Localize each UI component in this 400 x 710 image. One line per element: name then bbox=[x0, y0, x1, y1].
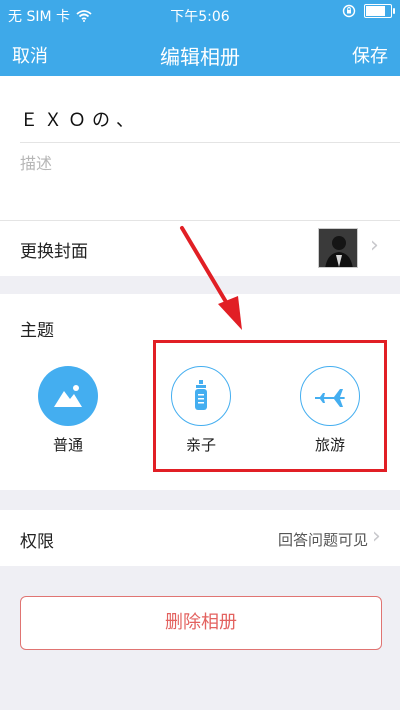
theme-option-normal[interactable]: 普通 bbox=[28, 366, 108, 455]
delete-album-button[interactable]: 删除相册 bbox=[20, 596, 382, 650]
status-right bbox=[342, 4, 395, 18]
save-button[interactable]: 保存 bbox=[352, 42, 388, 68]
status-bar: 无 SIM 卡 下午5:06 bbox=[0, 0, 400, 30]
permission-value: 回答问题可见 bbox=[277, 531, 368, 549]
change-cover-row[interactable]: 更换封面 › bbox=[0, 220, 400, 276]
theme-label: 主题 bbox=[20, 321, 54, 341]
divider bbox=[0, 220, 400, 221]
page-title: 编辑相册 bbox=[160, 45, 240, 69]
status-time: 下午5:06 bbox=[170, 9, 230, 25]
permission-row[interactable]: 权限 回答问题可见 › bbox=[0, 510, 400, 566]
cover-thumbnail bbox=[318, 228, 358, 268]
annotation-highlight-box bbox=[153, 340, 387, 472]
chevron-right-icon: › bbox=[370, 233, 379, 258]
mountain-image-icon bbox=[38, 366, 98, 426]
album-info-section: ＥＸＯの、 描述 bbox=[0, 76, 400, 220]
album-name-input[interactable]: ＥＸＯの、 bbox=[20, 106, 140, 132]
change-cover-label: 更换封面 bbox=[20, 242, 88, 262]
nav-bar: 取消 编辑相册 保存 bbox=[0, 30, 400, 76]
battery-icon bbox=[364, 4, 395, 18]
divider bbox=[20, 142, 400, 143]
theme-option-label: 普通 bbox=[52, 436, 83, 454]
permission-label: 权限 bbox=[20, 532, 54, 552]
chevron-right-icon: › bbox=[372, 524, 381, 549]
description-input[interactable]: 描述 bbox=[20, 150, 52, 174]
orientation-lock-icon bbox=[342, 4, 356, 18]
